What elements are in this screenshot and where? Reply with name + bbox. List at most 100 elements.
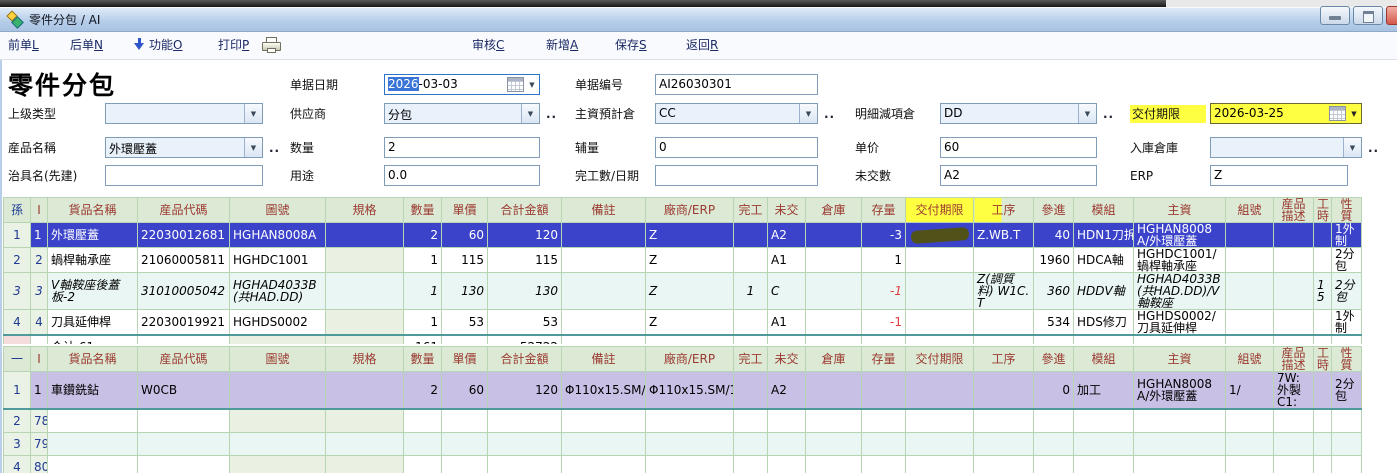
- cell[interactable]: [734, 432, 768, 455]
- cell[interactable]: 15: [1314, 273, 1332, 310]
- cell[interactable]: [562, 432, 646, 455]
- cell[interactable]: HGHAD4033B(共HAD.DD)/V軸鞍座: [1134, 273, 1226, 310]
- cell[interactable]: 4: [31, 310, 48, 336]
- cell[interactable]: HGHAD4033B(共HAD.DD): [230, 273, 326, 310]
- cell[interactable]: [974, 432, 1034, 455]
- cell[interactable]: 31010005042: [138, 273, 230, 310]
- combo-dropdown-button[interactable]: ▼: [1343, 138, 1361, 157]
- cell[interactable]: [646, 455, 734, 473]
- cell[interactable]: 2: [4, 409, 31, 432]
- cell[interactable]: [488, 455, 562, 473]
- date-dropdown-button[interactable]: ▼: [1347, 104, 1361, 123]
- cell[interactable]: [1274, 310, 1314, 336]
- cell[interactable]: W0CB: [138, 372, 230, 410]
- cell[interactable]: [326, 409, 404, 432]
- header-主資[interactable]: 主資: [1134, 347, 1226, 372]
- header-廠商/ERP[interactable]: 廠商/ERP: [646, 347, 734, 372]
- header-完工[interactable]: 完工: [734, 347, 768, 372]
- toolbar-functions-button[interactable]: 功能O: [134, 32, 182, 59]
- cell[interactable]: [1034, 432, 1074, 455]
- cell[interactable]: Z: [646, 273, 734, 310]
- header-圖號[interactable]: 圖號: [230, 347, 326, 372]
- cell[interactable]: [488, 432, 562, 455]
- cell[interactable]: 車鑽銑鉆: [48, 372, 138, 410]
- header-未交[interactable]: 未交: [768, 198, 806, 223]
- cell[interactable]: [646, 409, 734, 432]
- cell[interactable]: HGHDS0002: [230, 310, 326, 336]
- header-規格[interactable]: 規格: [326, 347, 404, 372]
- cell[interactable]: 53: [488, 310, 562, 336]
- cell[interactable]: Z: [646, 248, 734, 273]
- header-數量[interactable]: 數量: [404, 198, 442, 223]
- cell[interactable]: [1134, 455, 1226, 473]
- header-工序[interactable]: 工序: [974, 347, 1034, 372]
- cell[interactable]: [230, 432, 326, 455]
- cell[interactable]: 1: [404, 310, 442, 336]
- cell[interactable]: 3: [4, 432, 31, 455]
- header-孫[interactable]: 孫: [4, 198, 31, 223]
- cell[interactable]: 2分包: [1332, 273, 1362, 310]
- cell[interactable]: [806, 409, 862, 432]
- cell[interactable]: 1: [4, 372, 31, 410]
- cell[interactable]: HGHAN8008A: [230, 223, 326, 248]
- price-field[interactable]: 60: [940, 137, 1097, 158]
- supplier-more-button[interactable]: ..: [546, 107, 557, 125]
- erp-field[interactable]: Z: [1210, 165, 1348, 186]
- cell[interactable]: [734, 409, 768, 432]
- header-工序[interactable]: 工序: [974, 198, 1034, 223]
- cell[interactable]: 1: [31, 223, 48, 248]
- cell[interactable]: 4: [4, 455, 31, 473]
- cell[interactable]: [562, 273, 646, 310]
- minimize-button[interactable]: [1320, 6, 1350, 25]
- cell[interactable]: 22030019921: [138, 310, 230, 336]
- cell[interactable]: [1274, 409, 1314, 432]
- cell[interactable]: [1226, 223, 1274, 248]
- header-I[interactable]: I: [31, 198, 48, 223]
- header-數量[interactable]: 數量: [404, 347, 442, 372]
- in-wh-field[interactable]: ▼: [1210, 137, 1362, 158]
- detail-wh-more-button[interactable]: ..: [1103, 107, 1114, 125]
- cell[interactable]: 130: [442, 273, 488, 310]
- cell[interactable]: [734, 248, 768, 273]
- cell[interactable]: [326, 248, 404, 273]
- cell[interactable]: [806, 455, 862, 473]
- done-qty-field[interactable]: [655, 165, 818, 186]
- header-交付期限[interactable]: 交付期限: [906, 198, 974, 223]
- cell[interactable]: 1: [31, 372, 48, 410]
- cell[interactable]: [562, 248, 646, 273]
- header-備註[interactable]: 備註: [562, 347, 646, 372]
- cell[interactable]: [1314, 455, 1332, 473]
- cell[interactable]: 1: [404, 248, 442, 273]
- header-組號[interactable]: 組號: [1226, 198, 1274, 223]
- cell[interactable]: [1226, 273, 1274, 310]
- cell[interactable]: [862, 409, 906, 432]
- cell[interactable]: 80: [31, 455, 48, 473]
- cell[interactable]: [974, 455, 1034, 473]
- cell[interactable]: 1: [862, 248, 906, 273]
- supplier-field[interactable]: 分包▼: [384, 103, 540, 124]
- cell[interactable]: 60: [442, 372, 488, 410]
- cell[interactable]: [906, 432, 974, 455]
- cell[interactable]: 2分包: [1332, 248, 1362, 273]
- cell[interactable]: 130: [488, 273, 562, 310]
- cell[interactable]: [230, 409, 326, 432]
- cell[interactable]: 蝸桿軸承座: [48, 248, 138, 273]
- cell[interactable]: [862, 372, 906, 410]
- cell[interactable]: [404, 432, 442, 455]
- cell[interactable]: [1226, 310, 1274, 336]
- toolbar-printer-icon-button[interactable]: [262, 32, 280, 59]
- cell[interactable]: 120: [488, 223, 562, 248]
- cell[interactable]: 0: [1034, 372, 1074, 410]
- toolbar-back-button[interactable]: 返回R: [686, 32, 718, 59]
- cell[interactable]: [1134, 409, 1226, 432]
- cell[interactable]: [806, 248, 862, 273]
- toolbar-print-button[interactable]: 打印P: [218, 32, 249, 59]
- cell[interactable]: [1314, 432, 1332, 455]
- usage-field[interactable]: 0.0: [384, 165, 540, 186]
- maximize-button[interactable]: [1353, 6, 1383, 25]
- cell[interactable]: [1314, 372, 1332, 410]
- doc-date-field[interactable]: 2026-03-03▼: [384, 74, 540, 95]
- cell[interactable]: [442, 432, 488, 455]
- cell[interactable]: Z(調質料) W1C.T: [974, 273, 1034, 310]
- header-産品描述[interactable]: 産品描述: [1274, 347, 1314, 372]
